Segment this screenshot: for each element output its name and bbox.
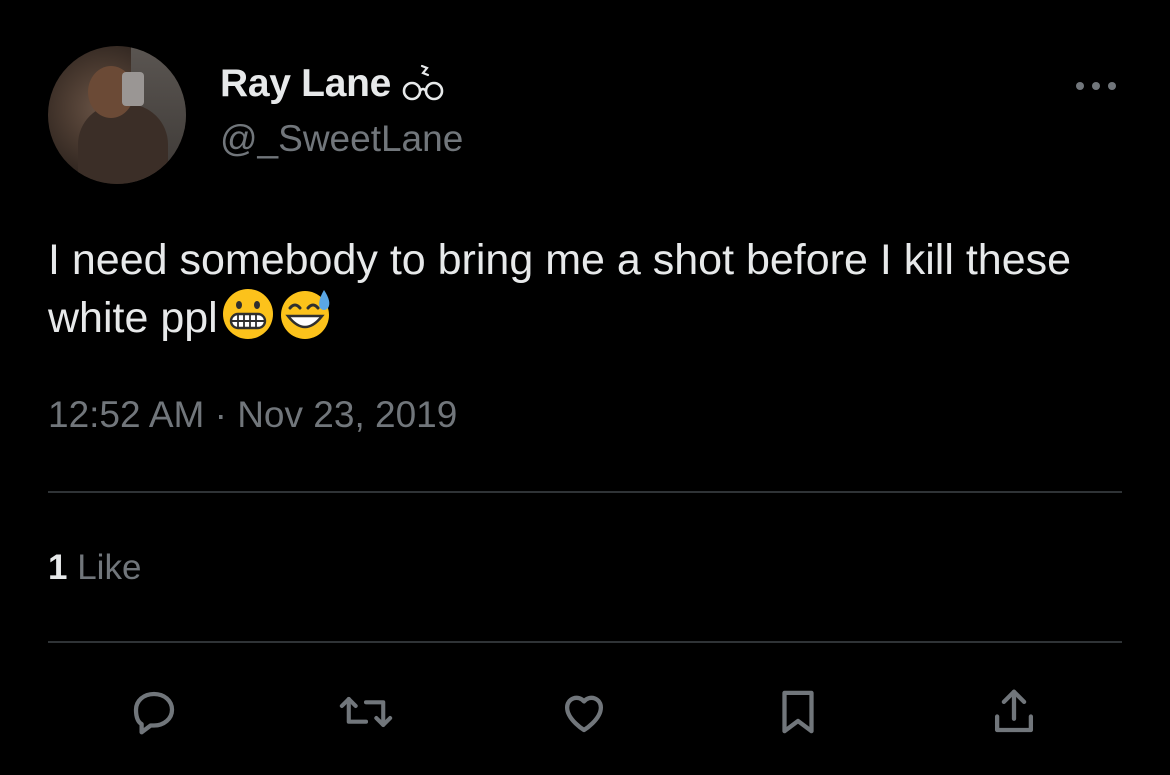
likes-count-link[interactable]: 1 Like	[48, 548, 141, 588]
grinning-sweat-face-icon	[278, 288, 334, 354]
likes-label: Like	[77, 548, 142, 587]
tweet-timestamp[interactable]: 12:52 AM · Nov 23, 2019	[48, 394, 457, 436]
author-handle[interactable]: @_SweetLane	[220, 118, 463, 160]
likes-count: 1	[48, 548, 68, 587]
avatar-phone	[122, 72, 144, 106]
bookmark-button[interactable]	[770, 684, 826, 740]
avatar-figure	[78, 104, 168, 184]
grimacing-face-icon	[222, 288, 274, 354]
retweet-icon	[339, 697, 393, 727]
author-display-name[interactable]: Ray Lane	[220, 62, 391, 106]
reply-icon	[133, 691, 175, 735]
more-options-button[interactable]	[1074, 72, 1118, 100]
divider-bottom	[48, 641, 1122, 643]
share-button[interactable]	[986, 684, 1042, 740]
divider-top	[48, 491, 1122, 493]
bookmark-icon	[782, 690, 814, 734]
author-name-row[interactable]: Ray Lane	[220, 62, 449, 106]
more-dots-icon	[1076, 82, 1116, 90]
like-heart-icon	[564, 695, 604, 733]
tweet-text-content: I need somebody to bring me a shot befor…	[48, 236, 1072, 342]
avatar[interactable]	[48, 46, 186, 184]
tweet-text: I need somebody to bring me a shot befor…	[48, 232, 1128, 354]
reply-button[interactable]	[126, 684, 182, 740]
retweet-button[interactable]	[338, 684, 394, 740]
share-icon	[994, 689, 1034, 733]
glasses-emoji-icon	[401, 64, 449, 104]
like-button[interactable]	[556, 684, 612, 740]
